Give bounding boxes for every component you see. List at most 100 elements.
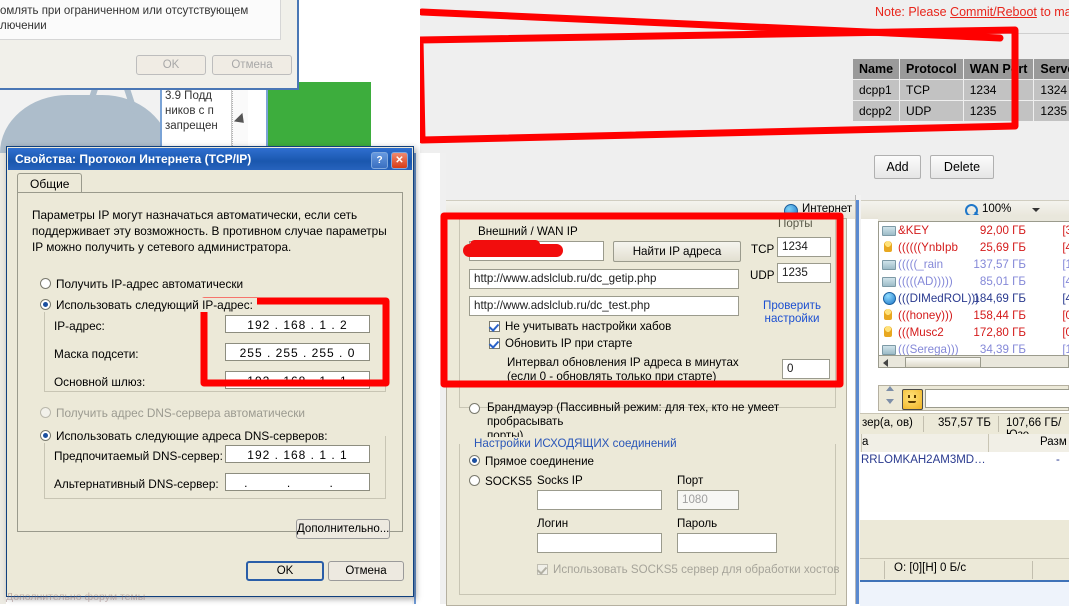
radio-manual-ip[interactable]: Использовать следующий IP-адрес: <box>40 298 257 312</box>
radio-icon[interactable] <box>40 430 51 441</box>
radio-icon[interactable] <box>469 475 480 486</box>
smiley-icon[interactable] <box>902 389 923 410</box>
transfer-list-body[interactable]: RRLOMKAH2AM3MD… - <box>860 452 1069 520</box>
scroll-thumb[interactable] <box>905 357 981 368</box>
label-ip-address: IP-адрес: <box>54 319 105 333</box>
udp-port-field[interactable]: 1235 <box>777 263 831 283</box>
list-item[interactable]: (((honey))) 158,44 ГБ [0 <box>879 307 1069 324</box>
checkbox-icon[interactable] <box>489 321 500 332</box>
background-dialog-remnant: омлять при ограниченном или отсутствующе… <box>0 0 299 90</box>
internet-zone-label: Интернет <box>802 203 852 215</box>
udp-label: UDP <box>750 269 774 282</box>
radio-socks5[interactable]: SOCKS5 <box>469 475 532 488</box>
default-gateway-field[interactable]: 192 . 168 . 1 . 1 <box>225 371 370 389</box>
table-row: dcpp2 UDP 1235 1235 192.168.1.2 <box>853 101 1069 122</box>
user-extra: [4 <box>1062 290 1069 307</box>
delete-button[interactable]: Delete <box>930 155 994 179</box>
transfer-list-header: а Разм <box>860 434 1069 453</box>
label-preferred-dns: Предпочитаемый DNS-сервер: <box>54 449 223 463</box>
dialog-titlebar: Свойства: Протокол Интернета (TCP/IP) ? … <box>8 148 412 170</box>
bg-dialog-cancel-button[interactable]: Отмена <box>212 55 292 75</box>
cell-name: dcpp1 <box>853 80 900 101</box>
cell-server-host-port: 1235 <box>1034 101 1069 122</box>
checkbox-icon[interactable] <box>537 564 548 575</box>
advanced-button[interactable]: Дополнительно... <box>296 519 390 539</box>
help-icon[interactable]: ? <box>371 152 388 169</box>
transfer-speed-label: О: [0][Н] 0 Б/с <box>894 562 966 574</box>
chevron-down-icon[interactable] <box>1032 208 1040 212</box>
user-list-horizontal-scrollbar[interactable] <box>878 355 1069 368</box>
radio-icon[interactable] <box>40 407 51 418</box>
radio-auto-dns-label: Получить адрес DNS-сервера автоматически <box>56 406 305 420</box>
radio-manual-ip-label: Использовать следующий IP-адрес: <box>56 298 253 312</box>
ports-label: Порты <box>778 217 813 230</box>
radio-auto-ip[interactable]: Получить IP-адрес автоматически <box>40 277 243 291</box>
radio-icon[interactable] <box>40 299 51 310</box>
fragment-line-1: 3.9 Подд <box>165 89 231 104</box>
radio-icon[interactable] <box>469 455 480 466</box>
zoom-level-label: 100% <box>982 203 1011 215</box>
total-share-label: 357,57 ТБ <box>938 417 991 429</box>
bg-dialog-ok-button[interactable]: OK <box>136 55 206 75</box>
user-share-size: 172,80 ГБ <box>973 324 1026 341</box>
list-item[interactable]: (((((AD)))))85,01 ГБ[4 <box>879 273 1069 290</box>
radio-direct-connection[interactable]: Прямое соединение <box>469 455 594 468</box>
subnet-mask-field[interactable]: 255 . 255 . 255 . 0 <box>225 343 370 361</box>
commit-reboot-link[interactable]: Commit/Reboot <box>950 5 1037 19</box>
chat-message-input[interactable] <box>925 389 1069 408</box>
checkbox-socks-hosts[interactable]: Использовать SOCKS5 сервер для обработки… <box>537 563 840 576</box>
checkbox-icon[interactable] <box>489 338 500 349</box>
getip-url-field[interactable]: http://www.adslclub.ru/dc_getip.php <box>469 269 739 289</box>
box-icon <box>881 224 895 236</box>
preferred-dns-field[interactable]: 192 . 168 . 1 . 1 <box>225 445 370 463</box>
list-item[interactable]: &KEY92,00 ГБ[3 <box>879 222 1069 239</box>
cell-protocol: UDP <box>900 101 964 122</box>
user-extra: [0 <box>1062 307 1069 324</box>
tcp-port-field[interactable]: 1234 <box>777 237 831 257</box>
list-item[interactable]: (((Musc2172,80 ГБ[0 <box>879 324 1069 341</box>
dialog-intro-text: Параметры IP могут назначаться автоматич… <box>32 207 387 255</box>
col-name: Name <box>853 59 900 80</box>
socks-password-field[interactable] <box>677 533 777 553</box>
checkbox-update-ip[interactable]: Обновить IP при старте <box>489 337 632 350</box>
radio-auto-dns[interactable]: Получить адрес DNS-сервера автоматически <box>40 406 305 420</box>
user-share-size: 158,44 ГБ <box>973 307 1026 324</box>
test-url-field[interactable]: http://www.adslclub.ru/dc_test.php <box>469 296 739 316</box>
add-button[interactable]: Add <box>874 155 921 179</box>
wan-ip-label: Внешний / WAN IP <box>478 225 578 238</box>
radio-icon[interactable] <box>40 278 51 289</box>
radio-manual-dns[interactable]: Использовать следующие адреса DNS-сервер… <box>40 429 332 443</box>
user-icon <box>881 326 895 338</box>
list-item[interactable]: (((DIMedROL)))184,69 ГБ[4 <box>879 290 1069 307</box>
check-settings-link[interactable]: Проверить настройки <box>747 299 837 325</box>
alternate-dns-field[interactable]: . . . <box>225 473 370 491</box>
user-list[interactable]: &KEY92,00 ГБ[3 ((((((YnbIpb25,69 ГБ[4 ((… <box>878 221 1069 363</box>
transfer-col-size[interactable]: Разм <box>1040 436 1067 448</box>
find-ip-button[interactable]: Найти IP адреса <box>613 241 741 262</box>
background-dialog-text: омлять при ограниченном или отсутствующе… <box>0 0 281 40</box>
col-server-host-port: Server Host Port <box>1034 59 1069 80</box>
radio-icon[interactable] <box>469 403 480 414</box>
user-name: (((honey))) <box>898 307 953 324</box>
refresh-interval-field[interactable]: 0 <box>782 359 830 379</box>
checkbox-ignore-hubs[interactable]: Не учитывать настройки хабов <box>489 320 671 333</box>
socks-port-field[interactable]: 1080 <box>677 490 739 510</box>
scroll-left-arrow-icon[interactable] <box>883 359 888 367</box>
list-item[interactable]: ((((((YnbIpb25,69 ГБ[4 <box>879 239 1069 256</box>
spinner-arrows-icon[interactable] <box>883 383 896 411</box>
user-share-size: 184,69 ГБ <box>973 290 1026 307</box>
bottom-faint-text: Дополнительно форум темы <box>6 591 145 603</box>
note-suffix: to make these changes take effect immedi… <box>1037 5 1069 19</box>
user-extra: [4 <box>1062 273 1069 290</box>
user-count-label: зер(а, ов) <box>862 417 913 429</box>
dialog-body: Параметры IP могут назначаться автоматич… <box>17 192 403 532</box>
scroll-thumb-icon[interactable] <box>234 113 248 127</box>
cancel-button[interactable]: Отмена <box>328 561 404 581</box>
ip-address-field[interactable]: 192 . 168 . 1 . 2 <box>225 315 370 333</box>
ok-button[interactable]: OK <box>246 561 324 581</box>
transfer-col-name[interactable]: а <box>862 436 868 448</box>
socks-ip-field[interactable] <box>537 490 662 510</box>
socks-login-field[interactable] <box>537 533 662 553</box>
list-item[interactable]: (((((_rain137,57 ГБ[1 <box>879 256 1069 273</box>
close-icon[interactable]: ✕ <box>391 152 408 169</box>
